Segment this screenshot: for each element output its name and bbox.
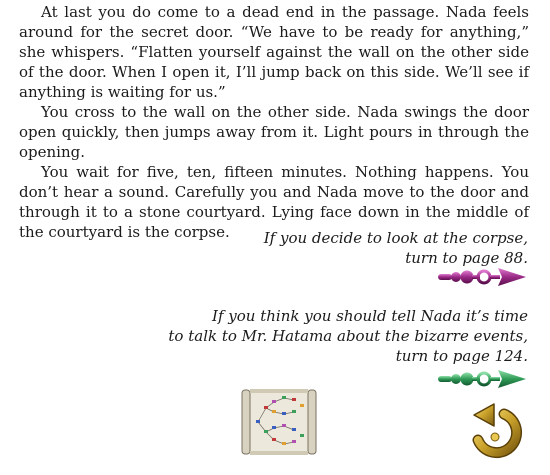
story-paragraph: At last you do come to a dead end in the…	[19, 3, 529, 101]
green-arrow-icon[interactable]	[436, 368, 528, 390]
choice-turn-text: turn to page 124.	[395, 347, 528, 365]
story-text: At last you do come to a dead end in the…	[19, 2, 529, 242]
purple-arrow-icon[interactable]	[436, 266, 528, 288]
choice-turn-text: turn to page 88.	[405, 249, 528, 267]
story-paragraph: You cross to the wall on the other side.…	[19, 103, 529, 161]
choice-corpse: If you decide to look at the corpse, tur…	[264, 228, 528, 268]
go-back-arrow-icon[interactable]	[464, 400, 526, 462]
choice-text: If you decide to look at the corpse,	[263, 229, 528, 247]
story-map-scroll-icon[interactable]	[240, 388, 318, 456]
choice-tell-nada: If you think you should tell Nada it’s t…	[168, 306, 528, 366]
choice-text: If you think you should tell Nada it’s t…	[212, 307, 528, 325]
choice-text: to talk to Mr. Hatama about the bizarre …	[168, 327, 528, 345]
